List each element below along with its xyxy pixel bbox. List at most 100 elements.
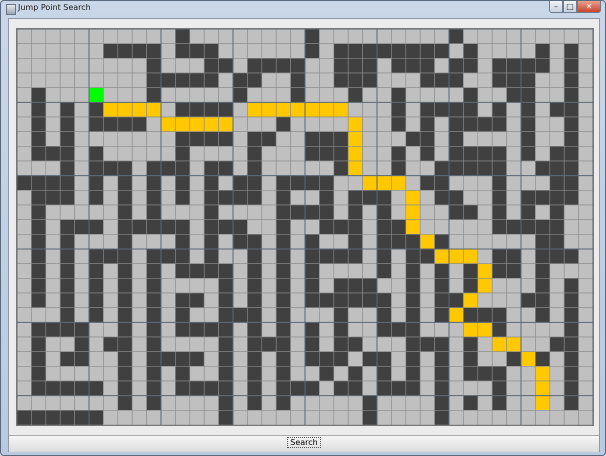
free-cell[interactable]	[549, 410, 565, 425]
free-cell[interactable]	[391, 336, 407, 352]
free-cell[interactable]	[290, 410, 306, 425]
free-cell[interactable]	[17, 322, 32, 338]
free-cell[interactable]	[347, 29, 363, 44]
wall-cell[interactable]	[189, 263, 205, 279]
free-cell[interactable]	[31, 395, 47, 411]
free-cell[interactable]	[17, 29, 32, 44]
wall-cell[interactable]	[59, 234, 75, 250]
wall-cell[interactable]	[175, 366, 191, 382]
wall-cell[interactable]	[31, 87, 47, 103]
free-cell[interactable]	[419, 395, 435, 411]
wall-cell[interactable]	[506, 58, 522, 74]
wall-cell[interactable]	[189, 322, 205, 338]
wall-cell[interactable]	[59, 146, 75, 162]
wall-cell[interactable]	[347, 219, 363, 235]
wall-cell[interactable]	[376, 248, 392, 264]
free-cell[interactable]	[189, 219, 205, 235]
wall-cell[interactable]	[175, 263, 191, 279]
free-cell[interactable]	[45, 131, 61, 147]
free-cell[interactable]	[232, 322, 248, 338]
wall-cell[interactable]	[232, 190, 248, 206]
free-cell[interactable]	[520, 234, 536, 250]
free-cell[interactable]	[419, 219, 435, 235]
free-cell[interactable]	[160, 234, 176, 250]
free-cell[interactable]	[333, 263, 349, 279]
wall-cell[interactable]	[203, 102, 219, 118]
wall-cell[interactable]	[247, 146, 263, 162]
free-cell[interactable]	[563, 29, 579, 44]
free-cell[interactable]	[563, 263, 579, 279]
wall-cell[interactable]	[88, 102, 104, 118]
wall-cell[interactable]	[117, 234, 133, 250]
free-cell[interactable]	[261, 146, 277, 162]
wall-cell[interactable]	[434, 234, 450, 250]
free-cell[interactable]	[362, 87, 378, 103]
wall-cell[interactable]	[563, 395, 579, 411]
wall-cell[interactable]	[347, 87, 363, 103]
free-cell[interactable]	[535, 72, 551, 88]
free-cell[interactable]	[131, 131, 147, 147]
free-cell[interactable]	[419, 366, 435, 382]
free-cell[interactable]	[549, 380, 565, 396]
wall-cell[interactable]	[376, 263, 392, 279]
wall-cell[interactable]	[463, 278, 479, 294]
wall-cell[interactable]	[117, 380, 133, 396]
free-cell[interactable]	[419, 160, 435, 176]
free-cell[interactable]	[290, 190, 306, 206]
free-cell[interactable]	[261, 43, 277, 59]
free-cell[interactable]	[117, 58, 133, 74]
wall-cell[interactable]	[319, 175, 335, 191]
free-cell[interactable]	[419, 307, 435, 323]
free-cell[interactable]	[232, 263, 248, 279]
wall-cell[interactable]	[175, 322, 191, 338]
wall-cell[interactable]	[304, 380, 320, 396]
wall-cell[interactable]	[203, 380, 219, 396]
wall-cell[interactable]	[31, 175, 47, 191]
free-cell[interactable]	[131, 190, 147, 206]
wall-cell[interactable]	[275, 307, 291, 323]
free-cell[interactable]	[189, 190, 205, 206]
free-cell[interactable]	[261, 234, 277, 250]
path-cell[interactable]	[160, 116, 176, 132]
free-cell[interactable]	[419, 204, 435, 220]
free-cell[interactable]	[45, 102, 61, 118]
free-cell[interactable]	[506, 366, 522, 382]
free-cell[interactable]	[131, 307, 147, 323]
wall-cell[interactable]	[333, 160, 349, 176]
wall-cell[interactable]	[333, 219, 349, 235]
free-cell[interactable]	[261, 351, 277, 367]
wall-cell[interactable]	[463, 87, 479, 103]
wall-cell[interactable]	[160, 351, 176, 367]
free-cell[interactable]	[520, 307, 536, 323]
wall-cell[interactable]	[333, 58, 349, 74]
wall-cell[interactable]	[74, 336, 90, 352]
free-cell[interactable]	[319, 160, 335, 176]
free-cell[interactable]	[218, 175, 234, 191]
free-cell[interactable]	[405, 72, 421, 88]
wall-cell[interactable]	[275, 190, 291, 206]
wall-cell[interactable]	[74, 219, 90, 235]
wall-cell[interactable]	[31, 146, 47, 162]
wall-cell[interactable]	[218, 395, 234, 411]
wall-cell[interactable]	[491, 307, 507, 323]
wall-cell[interactable]	[218, 160, 234, 176]
wall-cell[interactable]	[189, 72, 205, 88]
free-cell[interactable]	[261, 219, 277, 235]
wall-cell[interactable]	[88, 278, 104, 294]
wall-cell[interactable]	[175, 160, 191, 176]
wall-cell[interactable]	[31, 410, 47, 425]
free-cell[interactable]	[131, 87, 147, 103]
free-cell[interactable]	[247, 87, 263, 103]
free-cell[interactable]	[261, 263, 277, 279]
wall-cell[interactable]	[175, 175, 191, 191]
wall-cell[interactable]	[391, 322, 407, 338]
wall-cell[interactable]	[218, 131, 234, 147]
free-cell[interactable]	[160, 190, 176, 206]
path-cell[interactable]	[146, 102, 162, 118]
free-cell[interactable]	[347, 351, 363, 367]
free-cell[interactable]	[103, 146, 119, 162]
wall-cell[interactable]	[520, 219, 536, 235]
free-cell[interactable]	[45, 43, 61, 59]
wall-cell[interactable]	[31, 336, 47, 352]
wall-cell[interactable]	[247, 351, 263, 367]
